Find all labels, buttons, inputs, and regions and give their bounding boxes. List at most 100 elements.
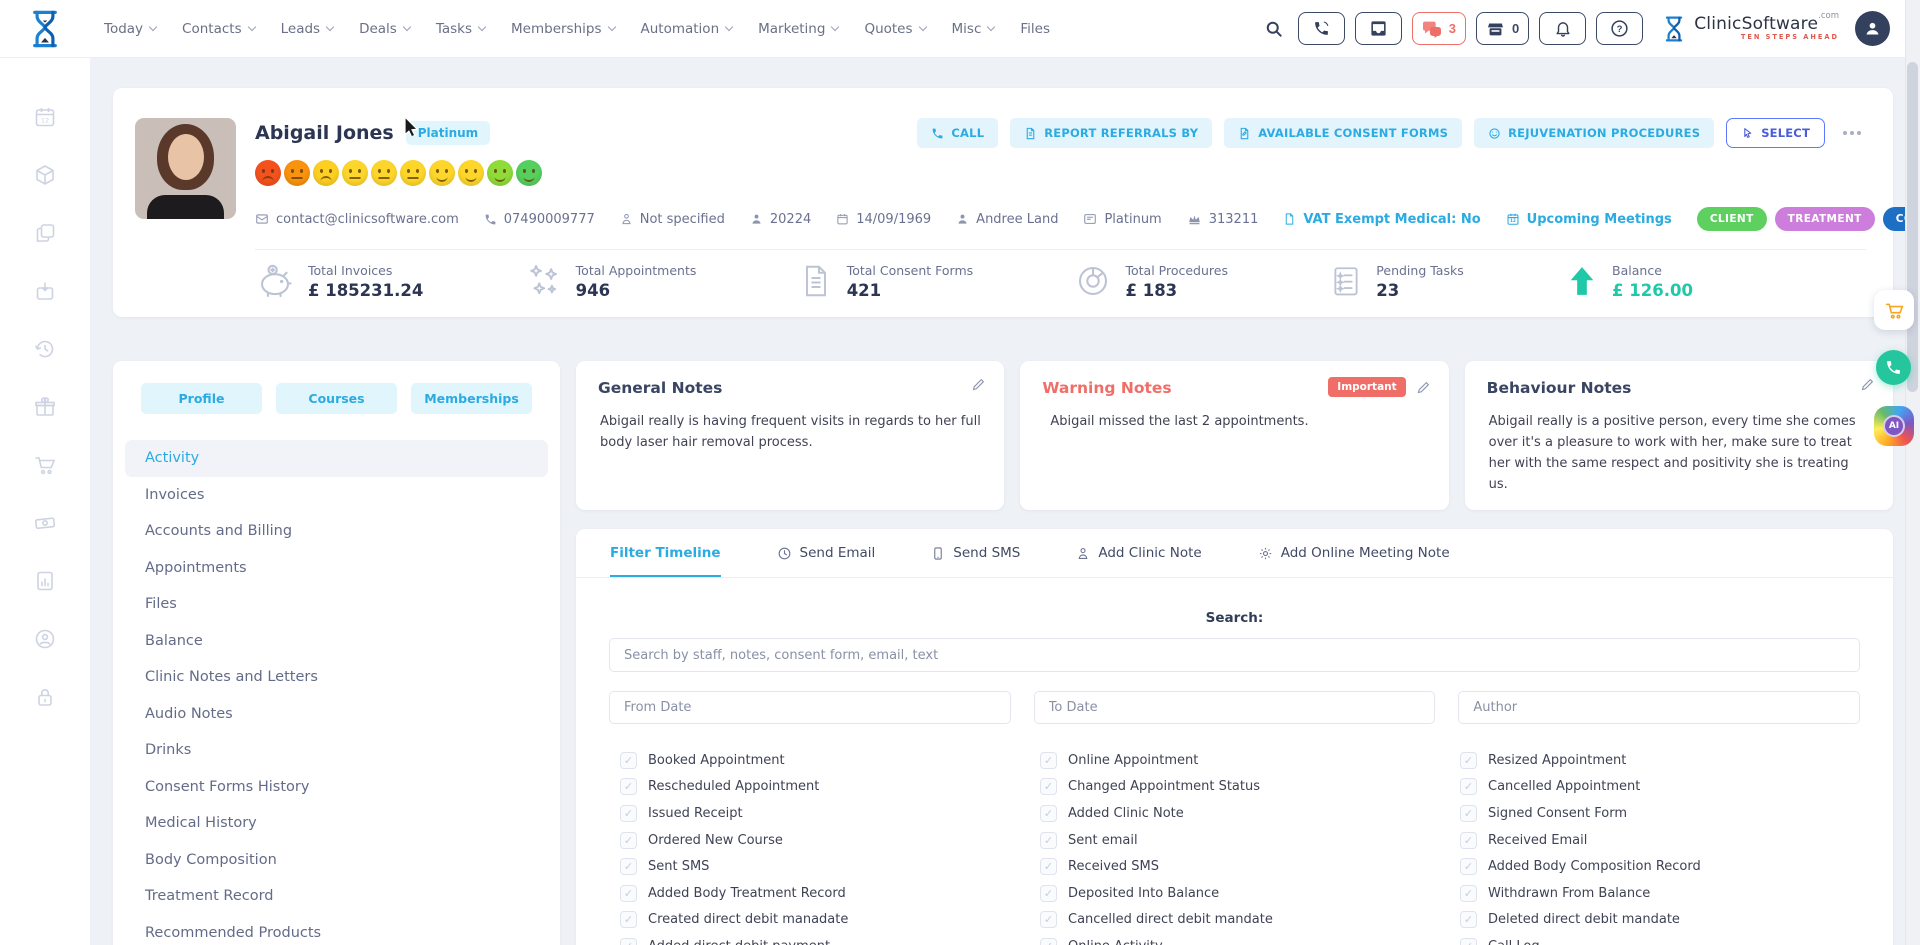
mood-face-icon[interactable] xyxy=(342,160,368,186)
account-icon[interactable] xyxy=(33,627,57,651)
checkbox[interactable] xyxy=(1460,858,1477,875)
menu-item[interactable]: Treatment Record xyxy=(125,878,548,915)
call-button[interactable]: CALL xyxy=(917,118,998,148)
phone-button[interactable] xyxy=(1298,12,1345,45)
floating-ai-button[interactable]: AI xyxy=(1874,406,1914,446)
checkbox[interactable] xyxy=(620,911,637,928)
menu-item[interactable]: Consent Forms History xyxy=(125,769,548,806)
checkbox[interactable] xyxy=(1460,752,1477,769)
checkbox[interactable] xyxy=(1040,938,1057,945)
nav-item[interactable]: Misc xyxy=(952,21,995,37)
mood-face-icon[interactable] xyxy=(516,160,542,186)
nav-item[interactable]: Marketing xyxy=(758,21,838,37)
menu-item[interactable]: Clinic Notes and Letters xyxy=(125,659,548,696)
nav-item[interactable]: Deals xyxy=(359,21,410,37)
profile-tab[interactable]: Profile xyxy=(141,383,262,414)
upcoming-meetings-link[interactable]: 12 Upcoming Meetings xyxy=(1506,212,1672,227)
menu-item[interactable]: Drinks xyxy=(125,732,548,769)
filter-checkbox-row[interactable]: Signed Consent Form xyxy=(1460,800,1880,827)
filter-checkbox-row[interactable]: Online Activity xyxy=(1040,933,1460,945)
author-input[interactable] xyxy=(1458,691,1860,724)
nav-item[interactable]: Today xyxy=(104,21,156,37)
checkbox[interactable] xyxy=(1460,885,1477,902)
checkbox[interactable] xyxy=(620,752,637,769)
checkbox[interactable] xyxy=(1040,805,1057,822)
checkbox[interactable] xyxy=(1460,911,1477,928)
filter-checkbox-row[interactable]: Added direct debit payment xyxy=(620,933,1040,945)
money-icon[interactable] xyxy=(33,511,57,535)
mood-face-icon[interactable] xyxy=(400,160,426,186)
search-icon[interactable] xyxy=(1264,19,1284,39)
report-referrals-button[interactable]: REPORT REFERRALS BY xyxy=(1010,118,1212,148)
tab-send-email[interactable]: Send Email xyxy=(777,529,876,577)
menu-item[interactable]: Appointments xyxy=(125,550,548,587)
nav-item[interactable]: Leads xyxy=(281,21,333,37)
filter-checkbox-row[interactable]: Added Body Composition Record xyxy=(1460,853,1880,880)
label-pill[interactable]: CLIENT xyxy=(1697,207,1767,231)
checkbox[interactable] xyxy=(1460,938,1477,945)
nav-item[interactable]: Quotes xyxy=(864,21,925,37)
from-date-input[interactable] xyxy=(609,691,1011,724)
checkbox[interactable] xyxy=(1040,911,1057,928)
profile-tab[interactable]: Courses xyxy=(276,383,397,414)
calendar-icon[interactable]: 12 xyxy=(33,105,57,129)
checkbox[interactable] xyxy=(1460,778,1477,795)
timeline-search-input[interactable] xyxy=(609,638,1860,672)
scrollbar[interactable] xyxy=(1905,0,1920,945)
client-photo[interactable] xyxy=(135,118,236,219)
brand-hourglass-icon[interactable] xyxy=(0,8,90,50)
checkbox[interactable] xyxy=(620,885,637,902)
filter-checkbox-row[interactable]: Created direct debit manadate xyxy=(620,907,1040,934)
gift-icon[interactable] xyxy=(33,395,57,419)
filter-checkbox-row[interactable]: Received Email xyxy=(1460,827,1880,854)
nav-item[interactable]: Automation xyxy=(641,21,733,37)
package-icon[interactable] xyxy=(33,163,57,187)
more-options-icon[interactable] xyxy=(1843,128,1863,138)
filter-checkbox-row[interactable]: Call Log xyxy=(1460,933,1880,945)
mood-face-icon[interactable] xyxy=(458,160,484,186)
tab-add-clinic-note[interactable]: Add Clinic Note xyxy=(1076,529,1201,577)
history-icon[interactable] xyxy=(33,337,57,361)
menu-item[interactable]: Invoices xyxy=(125,477,548,514)
phone-field[interactable]: 07490009777 xyxy=(484,212,595,227)
checkbox[interactable] xyxy=(1040,778,1057,795)
menu-item[interactable]: Files xyxy=(125,586,548,623)
help-button[interactable]: ? xyxy=(1596,12,1643,45)
checkbox[interactable] xyxy=(1040,885,1057,902)
filter-checkbox-row[interactable]: Cancelled Appointment xyxy=(1460,774,1880,801)
scrollbar-thumb[interactable] xyxy=(1907,62,1918,392)
filter-checkbox-row[interactable]: Sent SMS xyxy=(620,853,1040,880)
menu-item[interactable]: Balance xyxy=(125,623,548,660)
floating-phone-button[interactable] xyxy=(1876,350,1911,385)
available-consent-forms-button[interactable]: AVAILABLE CONSENT FORMS xyxy=(1224,118,1462,148)
mood-face-icon[interactable] xyxy=(429,160,455,186)
mood-face-icon[interactable] xyxy=(487,160,513,186)
filter-checkbox-row[interactable]: Issued Receipt xyxy=(620,800,1040,827)
nav-item[interactable]: Contacts xyxy=(182,21,255,37)
checkbox[interactable] xyxy=(620,805,637,822)
profile-tab[interactable]: Memberships xyxy=(411,383,532,414)
order-in-icon[interactable] xyxy=(33,279,57,303)
filter-checkbox-row[interactable]: Resized Appointment xyxy=(1460,747,1880,774)
filter-checkbox-row[interactable]: Online Appointment xyxy=(1040,747,1460,774)
nav-item[interactable]: Tasks xyxy=(436,21,485,37)
lock-icon[interactable] xyxy=(33,685,57,709)
cart-icon[interactable] xyxy=(33,453,57,477)
menu-item[interactable]: Audio Notes xyxy=(125,696,548,733)
tab-send-sms[interactable]: Send SMS xyxy=(931,529,1020,577)
pos-terminal-button[interactable]: 0 xyxy=(1476,12,1529,45)
checkbox[interactable] xyxy=(1460,832,1477,849)
filter-checkbox-row[interactable]: Sent email xyxy=(1040,827,1460,854)
to-date-input[interactable] xyxy=(1034,691,1436,724)
filter-checkbox-row[interactable]: Added Body Treatment Record xyxy=(620,880,1040,907)
checkbox[interactable] xyxy=(620,778,637,795)
chat-button[interactable]: 3 xyxy=(1412,12,1466,45)
user-avatar[interactable] xyxy=(1855,11,1890,46)
checkbox[interactable] xyxy=(1040,832,1057,849)
report-icon[interactable] xyxy=(33,569,57,593)
edit-pencil-icon[interactable] xyxy=(971,377,986,392)
nav-item-files[interactable]: Files xyxy=(1020,21,1050,37)
filter-checkbox-row[interactable]: Added Clinic Note xyxy=(1040,800,1460,827)
menu-item-activity[interactable]: Activity xyxy=(125,440,548,477)
edit-pencil-icon[interactable] xyxy=(1860,377,1875,392)
